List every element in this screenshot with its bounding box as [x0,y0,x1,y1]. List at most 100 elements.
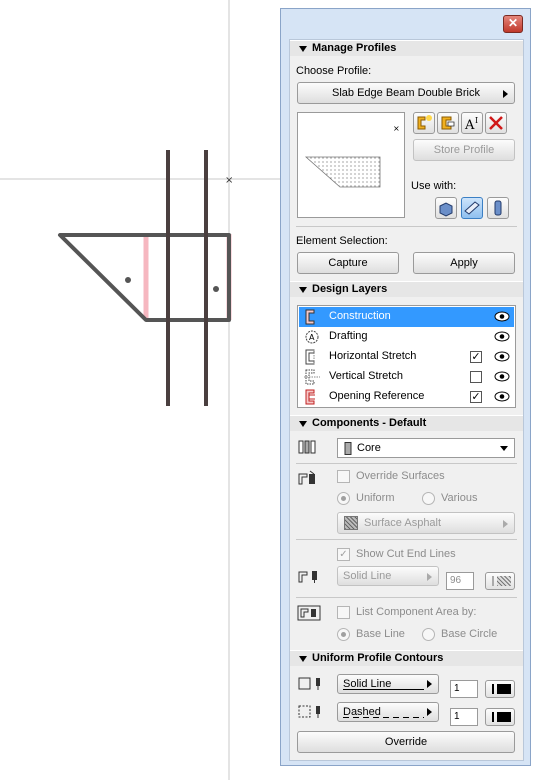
wall-tool-icon[interactable] [435,197,457,219]
edit-profile-icon[interactable] [437,112,459,134]
layer-checkbox[interactable]: ✓ [470,391,482,403]
delete-profile-icon[interactable] [485,112,507,134]
separator [296,597,517,598]
eye-icon[interactable] [494,331,510,342]
collapse-triangle-icon[interactable] [299,656,307,662]
collapse-triangle-icon[interactable] [299,287,307,293]
collapse-triangle-icon[interactable] [299,421,307,427]
separator [296,226,517,227]
contours-header[interactable]: Uniform Profile Contours [290,650,523,666]
layer-label: Opening Reference [329,390,425,402]
override-surfaces-icon [298,470,315,485]
layer-checkbox[interactable]: ✓ [470,351,482,363]
contour-line-type-selector[interactable]: Solid Line [337,674,439,694]
hidden-contour-pen-color-button[interactable] [485,708,515,726]
show-cut-end-lines-checkbox[interactable]: ✓ [337,548,350,561]
list-component-area-checkbox[interactable] [337,606,350,619]
vertical-stretch-icon [304,369,320,385]
pen-swatch-icon [497,684,511,694]
override-button[interactable]: Override [297,731,515,753]
components-header[interactable]: Components - Default [290,415,523,431]
chevron-right-icon [427,573,432,581]
cut-end-line-type-selector[interactable]: Solid Line [337,566,439,586]
design-layers-list: Construction A Drafting Horizontal Stret… [297,305,516,408]
design-layers-header[interactable]: Design Layers [290,281,523,297]
solid-line-sample [343,689,424,690]
eye-icon[interactable] [494,391,510,402]
use-with-label: Use with: [411,180,457,192]
surface-selector[interactable]: Surface Asphalt [337,512,515,534]
chevron-right-icon [503,520,508,528]
svg-text:A: A [464,118,475,133]
contour-pen-color-button[interactable] [485,680,515,698]
eye-icon[interactable] [494,311,510,322]
hidden-contour-line-type-selector[interactable]: Dashed [337,702,439,722]
construction-layer-icon [305,309,315,325]
base-circle-label: Base Circle [441,628,498,640]
svg-text:I: I [475,116,478,125]
cut-end-pen-color-button[interactable] [485,572,515,590]
chevron-down-icon [500,446,508,451]
base-circle-radio[interactable] [422,628,435,641]
list-component-area-label: List Component Area by: [356,606,477,618]
layer-checkbox[interactable] [470,371,482,383]
hotspot-left[interactable] [125,277,131,283]
layer-row-horizontal-stretch[interactable]: Horizontal Stretch ✓ [299,347,514,367]
component-selector[interactable]: Core [337,438,515,458]
component-area-icon [297,605,321,621]
capture-button[interactable]: Capture [297,252,399,274]
design-layers-title: Design Layers [312,283,388,295]
origin-marker: × [225,175,233,186]
column-tool-icon[interactable] [487,197,509,219]
components-title: Components - Default [312,417,427,429]
pen-marker-icon [492,684,494,694]
layer-row-vertical-stretch[interactable]: Vertical Stretch [299,367,514,387]
separator [296,539,517,540]
palette-body: Manage Profiles Choose Profile: Slab Edg… [289,39,524,761]
chevron-right-icon [427,708,432,716]
hotspot-right[interactable] [213,286,219,292]
close-button[interactable]: ✕ [503,15,523,33]
layer-row-opening-reference[interactable]: Opening Reference ✓ [299,387,514,407]
various-radio[interactable] [422,492,435,505]
horizontal-stretch-icon [305,349,315,365]
eye-icon[interactable] [494,351,510,362]
various-label: Various [441,492,478,504]
surface-selector-value: Surface Asphalt [364,517,442,529]
dashed-line-sample [343,717,424,718]
contour-pen-number[interactable]: 1 [450,680,478,698]
uniform-radio[interactable] [337,492,350,505]
pen-swatch-icon [497,712,511,722]
apply-button[interactable]: Apply [413,252,515,274]
surface-swatch-icon [344,516,358,530]
component-type-icon [298,440,316,454]
layer-label: Horizontal Stretch [329,350,417,362]
uniform-label: Uniform [356,492,395,504]
manage-profiles-title: Manage Profiles [312,42,397,54]
pen-marker-icon [492,576,494,586]
element-selection-label: Element Selection: [296,235,388,247]
override-surfaces-checkbox[interactable] [337,470,350,483]
beam-tool-icon[interactable] [461,197,483,219]
base-line-radio[interactable] [337,628,350,641]
hidden-contour-pen-number[interactable]: 1 [450,708,478,726]
cut-end-pen-number[interactable]: 96 [446,572,474,590]
collapse-triangle-icon[interactable] [299,46,307,52]
layer-row-construction[interactable]: Construction [299,307,514,327]
line-type-value: Solid Line [343,570,392,582]
eye-icon[interactable] [494,371,510,382]
separator [296,463,517,464]
layer-label: Vertical Stretch [329,370,403,382]
profile-preview-drawing: × [304,124,400,188]
layer-label: Construction [329,310,391,322]
chevron-right-icon [503,90,508,98]
layer-row-drafting[interactable]: A Drafting [299,327,514,347]
svg-text:A: A [309,333,315,342]
profile-selector[interactable]: Slab Edge Beam Double Brick [297,82,515,104]
new-profile-icon[interactable] [413,112,435,134]
rename-profile-icon[interactable]: AI [461,112,483,134]
profile-manager-palette: ✕ Manage Profiles Choose Profile: Slab E… [280,8,531,766]
store-profile-button[interactable]: Store Profile [413,139,515,161]
pen-swatch-icon [497,576,511,586]
manage-profiles-header[interactable]: Manage Profiles [290,40,523,56]
